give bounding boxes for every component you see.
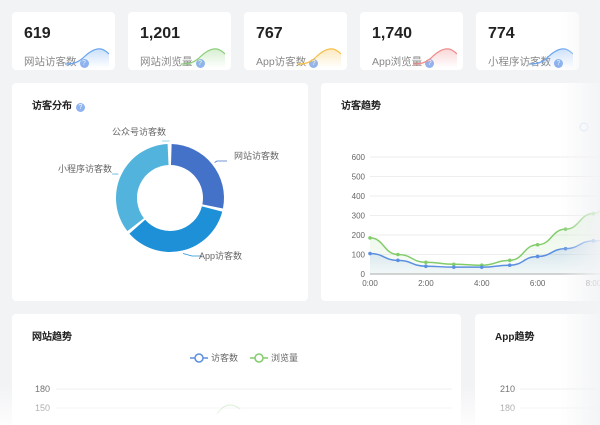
- legend-views-label: 浏览量: [271, 352, 298, 363]
- y-tick-label: 200: [352, 231, 366, 240]
- slice-label: App访客数: [199, 250, 242, 261]
- visitor-distribution-panel: 访客分布? 网站访客数 App访客数 小程序访客数 公众号访客数: [12, 83, 308, 301]
- y-tick: 150: [35, 403, 50, 413]
- slice-label: 网站访客数: [234, 150, 279, 161]
- data-point[interactable]: [563, 246, 568, 251]
- legend-visitors[interactable]: 访客数: [190, 352, 238, 363]
- stat-card[interactable]: 774 小程序访客数?: [476, 12, 579, 70]
- x-tick-label: 4:00: [474, 279, 490, 288]
- data-point[interactable]: [535, 242, 540, 247]
- donut-slice[interactable]: [115, 144, 169, 232]
- stat-value: 1,740: [372, 25, 413, 42]
- site-trend-chart: 访客数 浏览量 180 150: [35, 352, 452, 415]
- y-tick: 210: [500, 384, 515, 394]
- data-point[interactable]: [535, 254, 540, 259]
- data-point[interactable]: [368, 236, 372, 240]
- x-tick-label: 2:00: [418, 279, 434, 288]
- stat-card[interactable]: 619 网站访客数?: [12, 12, 115, 70]
- visitor-distribution-donut: 网站访客数 App访客数 小程序访客数 公众号访客数: [58, 126, 279, 261]
- x-tick-label: 8:00: [586, 279, 600, 288]
- y-tick-label: 0: [361, 270, 366, 279]
- data-point[interactable]: [424, 260, 428, 265]
- legend-visitors-label: 访客数: [211, 352, 238, 363]
- donut-slice[interactable]: [170, 144, 224, 209]
- data-point[interactable]: [479, 265, 484, 269]
- sparkline: [297, 48, 341, 68]
- app-trend-chart: 210 180: [500, 384, 600, 413]
- legend-marker[interactable]: [579, 122, 589, 132]
- y-tick-label: 300: [352, 212, 366, 221]
- stat-value: 774: [488, 25, 515, 42]
- slice-label: 小程序访客数: [58, 163, 112, 174]
- y-tick-label: 600: [352, 153, 366, 162]
- data-point[interactable]: [591, 211, 596, 216]
- visitor-trend-chart: 0 100 200 300 400 500 600 0:00 2:00 4:00 6:00 8:00: [352, 122, 600, 288]
- stat-value: 767: [256, 25, 283, 42]
- sparkline: [181, 48, 225, 68]
- data-point[interactable]: [507, 258, 512, 263]
- x-tick-label: 0:00: [362, 279, 378, 288]
- site-trend-panel: 网站趋势 访客数 浏览量 180 150: [12, 314, 461, 425]
- sparkline: [413, 48, 457, 68]
- slice-label: 公众号访客数: [112, 126, 166, 137]
- x-tick-label: 6:00: [530, 279, 546, 288]
- data-point[interactable]: [396, 258, 400, 263]
- data-point[interactable]: [368, 251, 372, 256]
- data-point[interactable]: [452, 265, 456, 269]
- visitor-trend-panel: 访客趋势 0 100 200 300 400 500 600 0:00 2:00 4:00 6:00…: [321, 83, 600, 301]
- donut-slice[interactable]: [129, 206, 223, 252]
- stat-card[interactable]: 1,201 网站浏览量?: [128, 12, 231, 70]
- data-point[interactable]: [563, 227, 568, 231]
- y-tick-label: 500: [352, 173, 366, 182]
- data-point[interactable]: [591, 239, 596, 243]
- y-tick-label: 100: [352, 251, 366, 260]
- app-trend-panel: App趋势 210 180: [475, 314, 600, 425]
- data-point[interactable]: [424, 264, 428, 268]
- data-point[interactable]: [396, 252, 400, 257]
- legend-views[interactable]: 浏览量: [250, 352, 298, 363]
- y-tick: 180: [35, 384, 50, 394]
- sparkline: [529, 48, 573, 68]
- stat-value: 619: [24, 25, 51, 42]
- sparkline: [65, 48, 109, 68]
- stat-card[interactable]: 1,740 App浏览量?: [360, 12, 463, 70]
- stat-card[interactable]: 767 App访客数?: [244, 12, 347, 70]
- y-tick-label: 400: [352, 192, 366, 201]
- y-tick: 180: [500, 403, 515, 413]
- data-point[interactable]: [507, 263, 512, 268]
- stat-value: 1,201: [140, 25, 181, 42]
